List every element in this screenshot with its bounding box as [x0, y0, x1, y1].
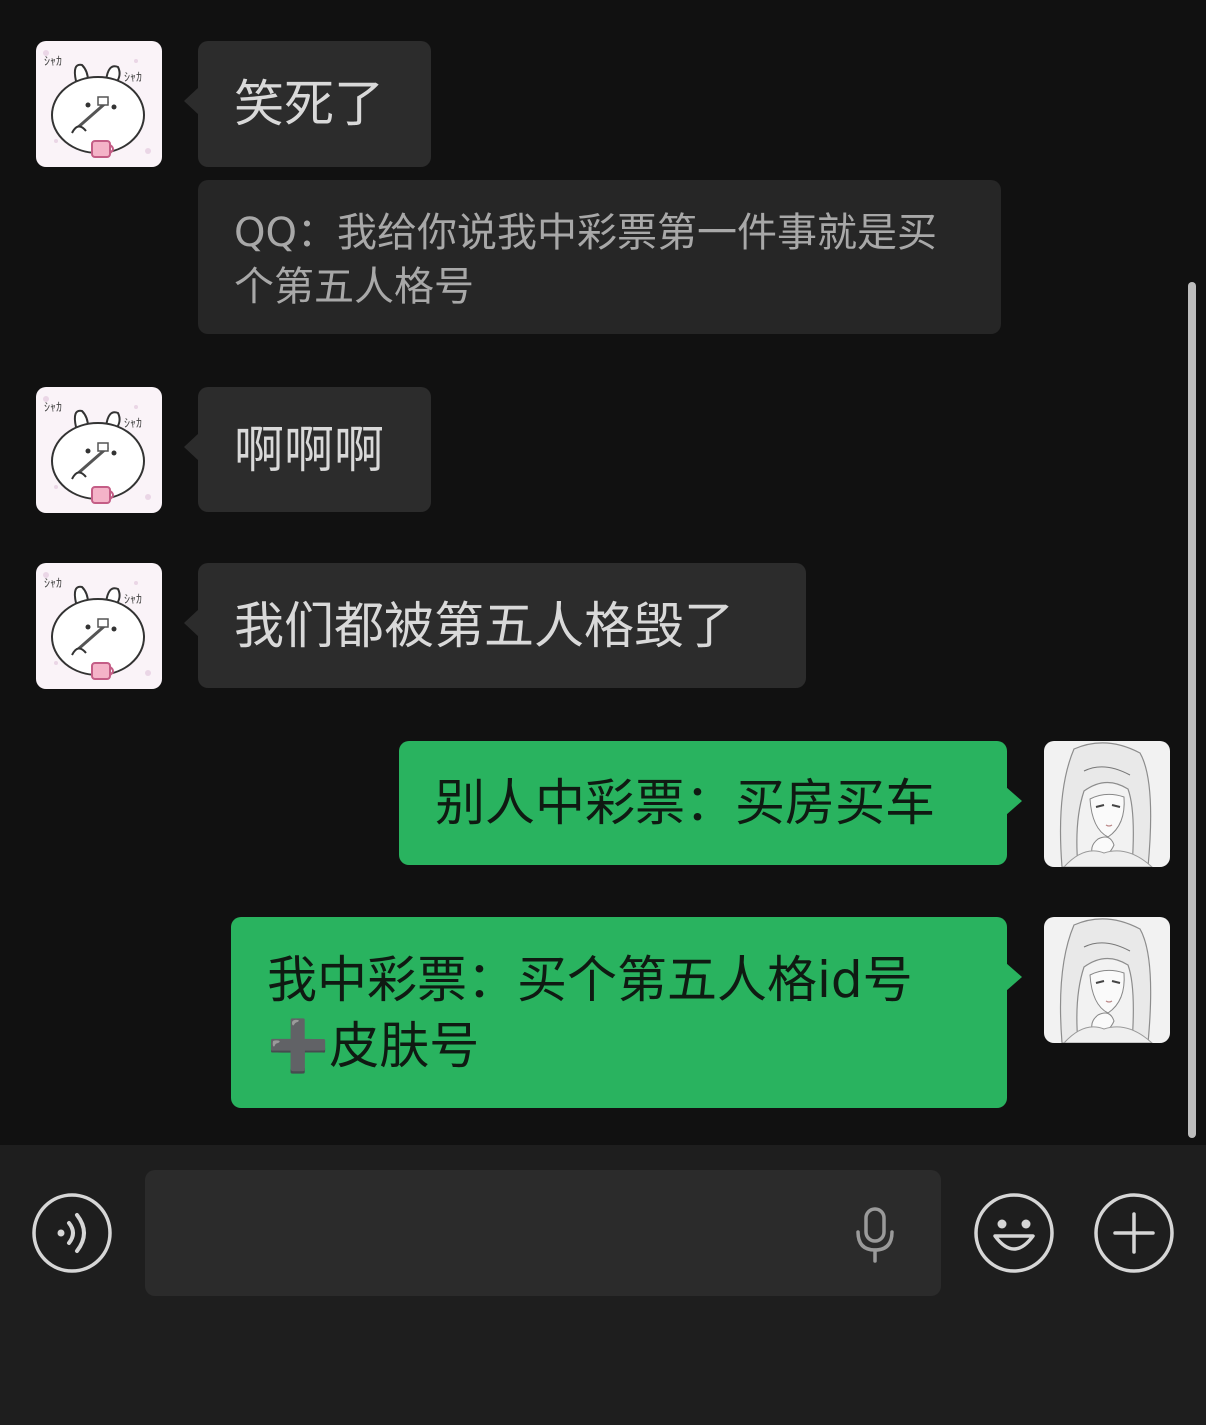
self-avatar[interactable] — [1044, 741, 1170, 867]
rabbit-avatar-icon: ｼｬｶ ｼｬｶ — [36, 563, 162, 689]
girl-avatar-icon — [1044, 917, 1170, 1043]
contact-avatar[interactable]: ｼｬｶ ｼｬｶ — [36, 563, 162, 689]
emoji-icon — [974, 1193, 1054, 1273]
svg-text:ｼｬｶ: ｼｬｶ — [124, 592, 142, 606]
rabbit-avatar-icon: ｼｬｶ ｼｬｶ — [36, 41, 162, 167]
scrollbar[interactable] — [1188, 282, 1196, 1138]
svg-text:ｼｬｶ: ｼｬｶ — [44, 54, 62, 68]
voice-button[interactable] — [31, 1192, 113, 1274]
contact-avatar[interactable]: ｼｬｶ ｼｬｶ — [36, 41, 162, 167]
quoted-message[interactable]: QQ：我给你说我中彩票第一件事就是买个第五人格号 — [198, 180, 1001, 334]
incoming-message-bubble[interactable]: 我们都被第五人格毁了 — [184, 563, 806, 688]
outgoing-message-bubble[interactable]: 我中彩票：买个第五人格id号 ➕皮肤号 — [231, 917, 1022, 1108]
microphone-icon — [856, 1207, 894, 1263]
quoted-message-text: QQ：我给你说我中彩票第一件事就是买个第五人格号 — [234, 210, 937, 310]
voice-icon — [32, 1193, 112, 1273]
outgoing-message-bubble[interactable]: 别人中彩票：买房买车 — [399, 741, 1022, 865]
input-bar — [0, 1145, 1206, 1425]
svg-text:ｼｬｶ: ｼｬｶ — [124, 70, 142, 84]
message-text: 别人中彩票：买房买车 — [435, 774, 935, 832]
self-avatar[interactable] — [1044, 917, 1170, 1043]
message-text: 我中彩票：买个第五人格id号 ➕皮肤号 — [267, 951, 913, 1075]
svg-text:ｼｬｶ: ｼｬｶ — [124, 416, 142, 430]
svg-text:ｼｬｶ: ｼｬｶ — [44, 400, 62, 414]
chat-area[interactable]: ｼｬｶ ｼｬｶ 笑死了 QQ：我给你说我中彩票第一件事就是买个第五人格号 ｼｬｶ… — [0, 0, 1206, 1145]
rabbit-avatar-icon: ｼｬｶ ｼｬｶ — [36, 387, 162, 513]
incoming-message-bubble[interactable]: 笑死了 — [184, 41, 431, 167]
message-text: 笑死了 — [234, 75, 384, 133]
incoming-message-bubble[interactable]: 啊啊啊 — [184, 387, 431, 512]
contact-avatar[interactable]: ｼｬｶ ｼｬｶ — [36, 387, 162, 513]
message-input[interactable] — [145, 1170, 941, 1296]
more-button[interactable] — [1093, 1192, 1175, 1274]
message-text: 我们都被第五人格毁了 — [234, 597, 734, 655]
message-text: 啊啊啊 — [234, 421, 384, 479]
microphone-button[interactable] — [851, 1206, 899, 1264]
emoji-button[interactable] — [973, 1192, 1055, 1274]
svg-text:ｼｬｶ: ｼｬｶ — [44, 576, 62, 590]
plus-icon — [1094, 1193, 1174, 1273]
girl-avatar-icon — [1044, 741, 1170, 867]
